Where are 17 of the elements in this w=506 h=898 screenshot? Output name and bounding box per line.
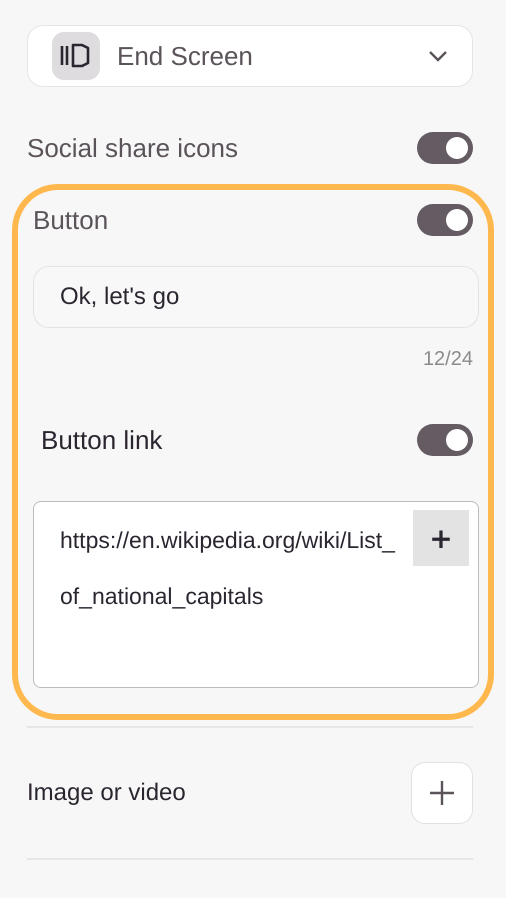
- toggle-switch[interactable]: [417, 204, 473, 236]
- character-counter: 12/24: [422, 348, 473, 371]
- screen-dropdown[interactable]: End Screen: [27, 25, 473, 87]
- image-or-video-label: Image or video: [27, 779, 186, 807]
- button-text-field[interactable]: Ok, let's go: [33, 266, 479, 328]
- link-text: https://en.wikipedia.org/wiki/List_of_national_capitals: [60, 526, 395, 611]
- social-share-label: Social share icons: [27, 132, 238, 164]
- button-label: Button: [33, 204, 108, 236]
- chevron-down-icon: [428, 50, 448, 62]
- add-media-button[interactable]: [411, 762, 473, 824]
- end-screen-icon: [52, 32, 100, 80]
- link-field[interactable]: https://en.wikipedia.org/wiki/List_of_national_capitals +: [33, 501, 479, 688]
- toggle-switch[interactable]: [417, 132, 473, 164]
- plus-icon: [429, 780, 455, 806]
- add-button[interactable]: +: [413, 510, 469, 566]
- button-link-label: Button link: [41, 424, 162, 456]
- toggle-switch[interactable]: [417, 424, 473, 456]
